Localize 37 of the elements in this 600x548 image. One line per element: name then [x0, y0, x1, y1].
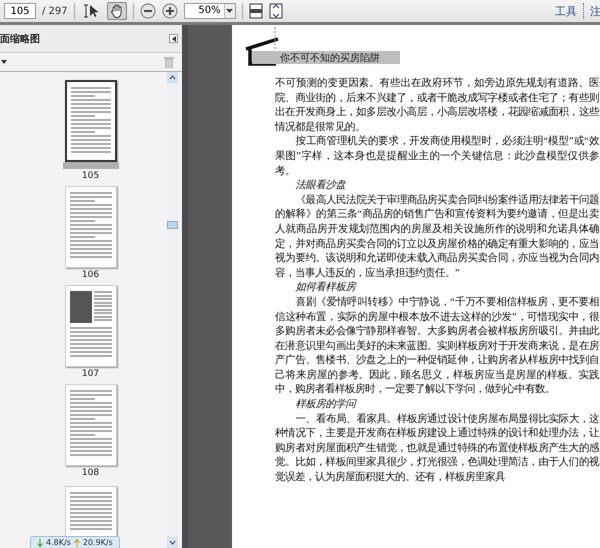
- page-number-label: 107: [82, 369, 100, 380]
- section-heading: 如何看样板房: [294, 281, 358, 296]
- scrollbar-track[interactable]: [167, 72, 178, 548]
- upload-speed: 20.9K/s: [82, 538, 113, 547]
- collapse-panel-button[interactable]: [169, 34, 178, 43]
- hand-tool-button[interactable]: [106, 2, 127, 20]
- fit-width-icon[interactable]: [248, 3, 263, 19]
- zoom-dropdown[interactable]: 50%: [184, 3, 236, 19]
- upload-arrow-icon: [74, 538, 80, 546]
- photo-placeholder: [70, 291, 92, 323]
- section-heading: 样板房的学问: [294, 398, 358, 412]
- page-number-field[interactable]: 105: [4, 3, 36, 19]
- page-number-label: 105: [82, 171, 100, 182]
- fit-page-icon[interactable]: [268, 3, 283, 19]
- selection-bar: [62, 162, 118, 169]
- body-paragraph: 《最高人民法院关于审理商品房买卖合同纠纷案件适用法律若干问题的解释》的第三条“商品房的销售广告和宣传资料为要约邀请，但是出卖人就商品房开发规划范围内的房屋及相关设施所作的说明和允诺具体确定，并对商品房买卖合同的订立以及房屋价格的确定有重大影响的，应当视为要约。该说明和允诺即使未载入商品房买卖合同，亦应当视为合同内容，当事人违反的，应当承担违约责任。”: [275, 194, 599, 281]
- body-paragraph: 按工商管理机关的要求，开发商使用模型时，必须注明“模型”或“效果图”字样，这本身也是提醒业主的一个关键信息：此沙盘模型仅供参考。: [275, 135, 599, 179]
- zoom-out-icon[interactable]: [140, 3, 156, 19]
- body-paragraph: 一、看布局、看家具。样板房通过设计使房屋布局显得比实际大，这种情况下，主要是开发商在样板房建设上通过特殊的设计和处理办法，让购房者对房屋面积产生错觉，也就是通过特殊的布置使样板房产生大的感觉。比如，样板间里家具很少，灯光很强，色调处理简洁，由于人们的视觉误差，认为房屋面积挺大的。还有，样板房里家具: [275, 412, 599, 486]
- download-arrow-icon: [37, 538, 43, 546]
- page-thumbnail[interactable]: [64, 80, 116, 162]
- options-caret-icon[interactable]: [1, 60, 7, 64]
- panel-title: 面缩略图: [0, 32, 40, 46]
- running-head: 你不可不知的买房陷阱: [280, 52, 380, 64]
- body-paragraph: 不可预测的变更因素。有些出在政府环节，如旁边原先规划有道路、医院、商业街的，后来不兴建了，或者干脆改成写字楼或者住宅了；有些则出在开发商身上，如多层改小高层，小高层改塔楼，花园缩减面积，这些情况都是很常见的。: [275, 77, 599, 135]
- body-paragraph: 喜剧《爱情呼叫转移》中宁静说，“千万不要相信样板房，更不要相信这种布置，实际的房屋中根本放不进去这样的沙发”，可惜现实中，很多购房者未必会像宁静那样睿智。大多购房者会被样板房所吸引。并由此在潜意识里勾画出美好的未来蓝图。实则样板房对于开发商来说，是在房产广告、售楼书、沙盘之上的一种促销延伸，让购房者从样板房中找到自己将来房屋的参考。因此，顾名思义，样板房应当是房屋的样板。实践中，购房者看样板房时，一定要了解以下学问，做到心中有数。: [275, 296, 599, 398]
- page-total: / 297: [42, 6, 68, 16]
- tools-link[interactable]: 工具: [555, 4, 577, 18]
- page-number-label: 106: [82, 270, 100, 281]
- zoom-in-icon[interactable]: [162, 3, 178, 19]
- download-speed: 4.8K/s: [46, 538, 71, 547]
- caret-icon: [226, 9, 234, 13]
- scrollbar-thumb[interactable]: [167, 221, 178, 229]
- page-number-label: 108: [82, 468, 100, 479]
- section-heading: 法眼看沙盘: [294, 179, 348, 194]
- scroll-down-icon[interactable]: [167, 537, 178, 548]
- scroll-up-icon[interactable]: [167, 72, 178, 83]
